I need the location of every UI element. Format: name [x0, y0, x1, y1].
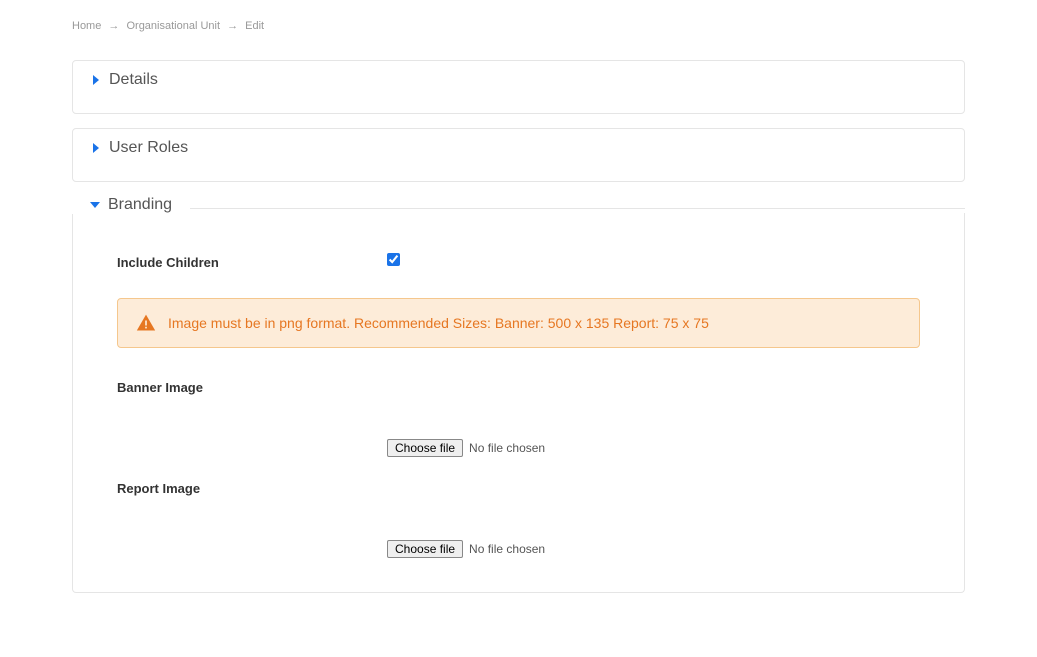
report-image-label: Report Image	[117, 481, 387, 496]
alert-message: Image must be in png format. Recommended…	[168, 315, 709, 331]
breadcrumb: Home → Organisational Unit → Edit	[72, 20, 965, 32]
report-file-status: No file chosen	[469, 542, 545, 556]
report-image-section: Report Image Choose file No file chosen	[117, 481, 920, 558]
report-image-control: Choose file No file chosen	[387, 540, 920, 558]
warning-icon	[136, 313, 156, 333]
banner-image-section: Banner Image Choose file No file chosen	[117, 380, 920, 457]
include-children-label: Include Children	[117, 253, 387, 270]
panel-user-roles-title: User Roles	[109, 139, 196, 157]
breadcrumb-org-unit[interactable]: Organisational Unit	[126, 20, 220, 32]
panel-user-roles-header[interactable]: User Roles	[73, 129, 964, 167]
breadcrumb-separator: →	[108, 20, 119, 32]
banner-image-control: Choose file No file chosen	[387, 439, 920, 457]
banner-choose-file-button[interactable]: Choose file	[387, 439, 463, 457]
breadcrumb-home[interactable]: Home	[72, 20, 101, 32]
panel-branding: Branding Include Children Image must be …	[72, 196, 965, 623]
panel-user-roles: User Roles	[72, 128, 965, 182]
chevron-down-icon	[86, 200, 100, 210]
report-choose-file-button[interactable]: Choose file	[387, 540, 463, 558]
image-format-alert: Image must be in png format. Recommended…	[117, 298, 920, 348]
panel-details: Details	[72, 60, 965, 114]
panel-branding-body: Include Children Image must be in png fo…	[73, 243, 964, 592]
include-children-checkbox[interactable]	[387, 253, 400, 266]
panel-details-header[interactable]: Details	[73, 61, 964, 99]
chevron-right-icon	[87, 75, 101, 85]
include-children-row: Include Children	[117, 253, 920, 270]
panel-details-title: Details	[109, 71, 166, 89]
breadcrumb-current: Edit	[245, 20, 264, 32]
panel-branding-title: Branding	[108, 196, 180, 214]
breadcrumb-separator: →	[227, 20, 238, 32]
panel-branding-header[interactable]: Branding	[72, 196, 965, 214]
banner-file-status: No file chosen	[469, 441, 545, 455]
banner-image-label: Banner Image	[117, 380, 387, 395]
chevron-right-icon	[87, 143, 101, 153]
